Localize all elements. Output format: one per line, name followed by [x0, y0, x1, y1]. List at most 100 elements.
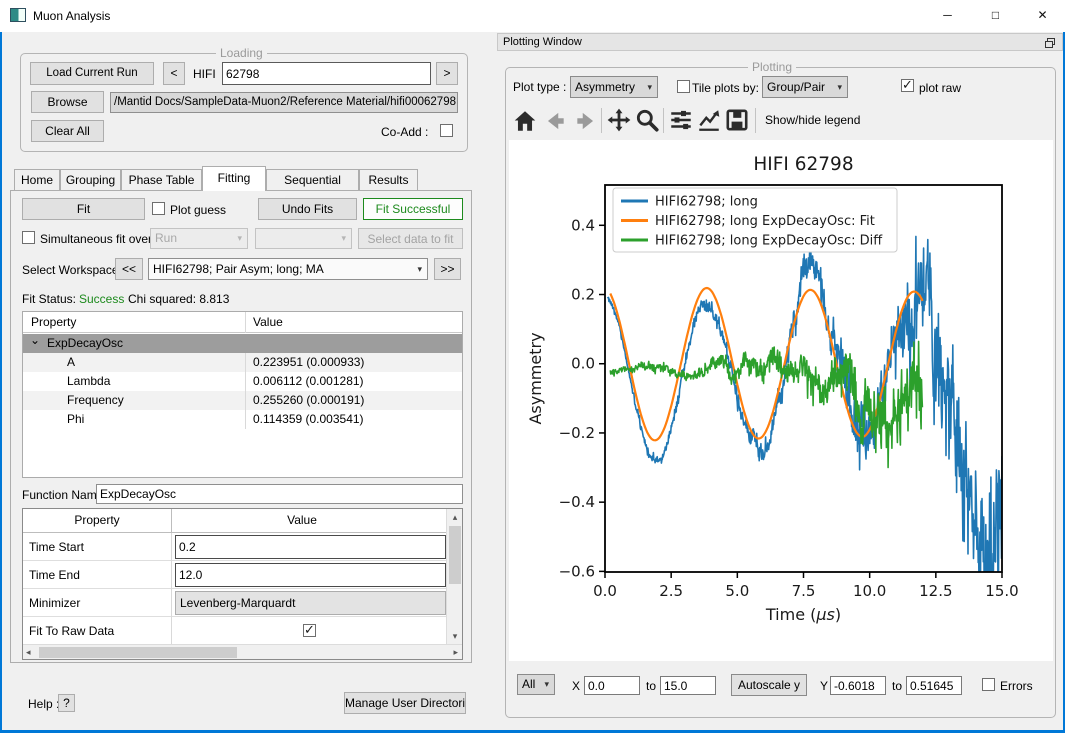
file-path-field[interactable]: /Mantid Docs/SampleData-Muon2/Reference …	[110, 92, 458, 113]
instrument-label: HIFI	[193, 67, 216, 81]
home-icon[interactable]	[512, 108, 538, 134]
param-row[interactable]: Frequency 0.255260 (0.000191)	[23, 391, 462, 410]
param-name: A	[67, 355, 75, 369]
zoom-icon[interactable]	[634, 107, 660, 133]
select-data-to-fit-button[interactable]: Select data to fit	[358, 228, 463, 249]
tile-plots-dropdown[interactable]: Group/Pair▾	[762, 76, 848, 98]
tab-home[interactable]: Home	[14, 169, 60, 191]
scrollbar-thumb[interactable]	[39, 647, 237, 658]
tab-phase-table[interactable]: Phase Table	[121, 169, 202, 191]
settings-table-header: Property Value	[23, 509, 462, 533]
svg-text:7.5: 7.5	[792, 582, 816, 600]
scroll-down-icon[interactable]: ▾	[447, 631, 463, 642]
maximize-button[interactable]: □	[973, 0, 1018, 31]
x-range-label: X	[572, 679, 580, 693]
time-end-input[interactable]	[175, 563, 446, 587]
workspace-next-button[interactable]: >>	[434, 258, 461, 280]
settings-row-fit-to-raw: Fit To Raw Data ✓	[23, 617, 462, 645]
x-max-input[interactable]	[660, 676, 716, 695]
y-min-input[interactable]	[830, 676, 886, 695]
time-start-input[interactable]	[175, 535, 446, 559]
plot-guess-checkbox[interactable]	[152, 202, 165, 215]
simultaneous-run-dropdown[interactable]: Run▾	[150, 228, 248, 249]
parameter-table: Property Value ⌄ ExpDecayOsc A 0.223951 …	[22, 311, 463, 478]
minimize-button[interactable]: ─	[925, 0, 970, 31]
x-min-input[interactable]	[584, 676, 640, 695]
plotting-window-title: Plotting Window	[503, 36, 582, 48]
browse-button[interactable]: Browse	[31, 91, 104, 113]
plot-type-dropdown[interactable]: Asymmetry▾	[570, 76, 658, 98]
save-icon[interactable]	[724, 107, 750, 133]
simultaneous-fit-checkbox[interactable]	[22, 231, 35, 244]
tab-fitting[interactable]: Fitting	[202, 166, 266, 191]
load-current-run-button[interactable]: Load Current Run	[30, 62, 154, 85]
autoscale-y-button[interactable]: Autoscale y	[731, 674, 807, 696]
function-name-input[interactable]	[96, 484, 463, 504]
tab-grouping[interactable]: Grouping	[60, 169, 121, 191]
workspace-dropdown[interactable]: HIFI62798; Pair Asym; long; MA▾	[148, 258, 428, 280]
customize-plot-icon[interactable]	[696, 107, 722, 133]
scroll-left-icon[interactable]: ◂	[26, 647, 31, 658]
svg-text:5.0: 5.0	[725, 582, 749, 600]
fit-to-raw-checkbox[interactable]: ✓	[303, 624, 316, 637]
svg-text:−0.2: −0.2	[559, 424, 595, 442]
y-max-input[interactable]	[906, 676, 962, 695]
tab-sequential-fitting[interactable]: Sequential Fitting	[266, 169, 359, 191]
next-run-button[interactable]: >	[436, 62, 458, 85]
manage-user-directories-button[interactable]: Manage User Directories	[344, 692, 466, 714]
tile-plots-checkbox[interactable]	[677, 80, 690, 93]
errors-checkbox[interactable]	[982, 678, 995, 691]
fit-button[interactable]: Fit	[22, 198, 145, 220]
minimize-icon: ─	[943, 8, 952, 22]
check-icon: ✓	[304, 622, 315, 638]
param-value: 0.006112 (0.001281)	[253, 374, 364, 388]
fit-successful-button[interactable]: Fit Successful	[363, 198, 463, 220]
help-button[interactable]: ?	[58, 694, 75, 712]
chevron-down-icon[interactable]: ⌄	[30, 333, 40, 347]
co-add-checkbox[interactable]	[440, 124, 453, 137]
show-hide-legend-button[interactable]: Show/hide legend	[765, 113, 860, 127]
svg-text:−0.6: −0.6	[559, 562, 595, 580]
horizontal-scrollbar[interactable]: ◂ ▸	[23, 644, 462, 659]
forward-icon[interactable]	[573, 108, 599, 134]
x-to-label: to	[646, 679, 656, 693]
window-titlebar[interactable]: Muon Analysis	[0, 0, 1065, 32]
setting-name: Fit To Raw Data	[29, 624, 114, 638]
plot-select-dropdown[interactable]: All▾	[517, 674, 555, 695]
close-button[interactable]: ✕	[1020, 0, 1065, 31]
tab-results[interactable]: Results	[359, 169, 418, 191]
fit-status-value: Success	[79, 292, 124, 306]
toolbar-separator	[755, 108, 756, 133]
pan-icon[interactable]	[606, 107, 632, 133]
asymmetry-plot[interactable]: 0.02.55.07.510.012.515.00.40.20.0−0.2−0.…	[509, 140, 1053, 661]
minimizer-dropdown[interactable]: Levenberg-Marquardt	[175, 591, 446, 615]
scroll-up-icon[interactable]: ▴	[447, 512, 463, 523]
scroll-right-icon[interactable]: ▸	[453, 647, 458, 658]
plot-raw-checkbox[interactable]: ✓	[901, 79, 914, 92]
svg-text:HIFI62798; long ExpDecayOsc: F: HIFI62798; long ExpDecayOsc: Fit	[655, 214, 875, 229]
errors-label: Errors	[1000, 679, 1033, 693]
param-value: 0.223951 (0.000933)	[253, 355, 364, 369]
run-number-input[interactable]	[222, 62, 431, 85]
param-row[interactable]: Phi 0.114359 (0.003541)	[23, 410, 462, 429]
figure-canvas[interactable]: 0.02.55.07.510.012.515.00.40.20.0−0.2−0.…	[509, 140, 1053, 661]
plotting-window-titlebar[interactable]: Plotting Window	[497, 33, 1063, 51]
column-header-value: Value	[253, 315, 283, 329]
tile-plots-label: Tile plots by:	[692, 81, 759, 95]
float-window-icon[interactable]	[1044, 37, 1056, 49]
prev-run-button[interactable]: <	[163, 62, 185, 85]
subplots-config-icon[interactable]	[668, 107, 694, 133]
scrollbar-thumb[interactable]	[449, 526, 461, 584]
function-group-label: ExpDecayOsc	[47, 336, 123, 350]
workspace-prev-button[interactable]: <<	[115, 258, 143, 280]
svg-text:0.2: 0.2	[571, 286, 595, 304]
param-row[interactable]: Lambda 0.006112 (0.001281)	[23, 372, 462, 391]
vertical-scrollbar[interactable]: ▴ ▾	[446, 509, 462, 645]
undo-fits-button[interactable]: Undo Fits	[258, 198, 357, 220]
back-icon[interactable]	[542, 108, 568, 134]
param-row[interactable]: A 0.223951 (0.000933)	[23, 353, 462, 372]
simultaneous-value-dropdown[interactable]: ▾	[255, 228, 352, 249]
function-group-row[interactable]: ⌄ ExpDecayOsc	[23, 334, 462, 353]
clear-all-button[interactable]: Clear All	[31, 120, 104, 142]
svg-text:0.4: 0.4	[571, 216, 595, 234]
